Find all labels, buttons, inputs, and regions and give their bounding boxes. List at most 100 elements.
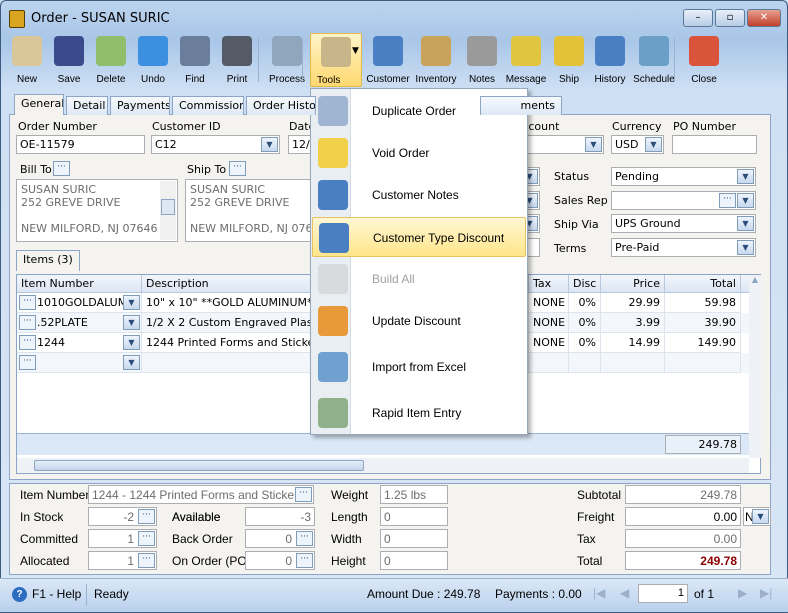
prev-page-icon[interactable]: ◀ <box>620 586 629 600</box>
cell-total[interactable] <box>665 353 741 373</box>
toolbar-close-button[interactable]: Close <box>682 33 726 87</box>
toolbar-schedule-button[interactable]: Schedule <box>632 33 676 87</box>
toolbar-customer-button[interactable]: Customer <box>366 33 410 87</box>
subtotal-field[interactable]: 249.78 <box>625 485 741 504</box>
width-field[interactable]: 0 <box>380 529 448 548</box>
toolbar-undo-button[interactable]: Undo <box>131 33 175 87</box>
chevron-down-icon[interactable]: ▼ <box>737 169 754 184</box>
cell-tax[interactable]: NONE <box>529 313 569 333</box>
close-window-button[interactable]: ✕ <box>747 9 781 27</box>
toolbar-new-button[interactable]: New <box>5 33 49 87</box>
on-order-lookup-button[interactable]: ··· <box>296 553 313 568</box>
freight-field[interactable]: 0.00 <box>625 507 741 526</box>
cell-price[interactable] <box>601 353 665 373</box>
row-lookup-button[interactable]: ··· <box>19 355 36 370</box>
toolbar-find-button[interactable]: Find <box>173 33 217 87</box>
cell-total[interactable]: 39.90 <box>665 313 741 333</box>
menu-item-rapid-item-entry[interactable]: Rapid Item Entry <box>312 393 526 433</box>
last-page-icon[interactable]: ▶| <box>760 586 772 600</box>
in-stock-lookup-button[interactable]: ··· <box>138 509 155 524</box>
chevron-down-icon[interactable]: ▼ <box>123 315 140 330</box>
column-header-tax[interactable]: Tax <box>529 275 569 293</box>
toolbar-print-button[interactable]: Print <box>215 33 259 87</box>
weight-field[interactable]: 1.25 lbs <box>380 485 448 504</box>
page-input[interactable]: 1 <box>638 584 688 603</box>
allocated-lookup-button[interactable]: ··· <box>138 553 155 568</box>
cell-disc[interactable] <box>569 353 601 373</box>
tax-field[interactable]: 0.00 <box>625 529 741 548</box>
cell-price[interactable]: 3.99 <box>601 313 665 333</box>
committed-lookup-button[interactable]: ··· <box>138 531 155 546</box>
toolbar-tools-button[interactable]: Tools ▼ <box>310 33 362 87</box>
bill-to-address[interactable]: SUSAN SURIC 252 GREVE DRIVE NEW MILFORD,… <box>16 179 178 242</box>
chevron-down-icon[interactable]: ▼ <box>123 335 140 350</box>
row-lookup-button[interactable]: ··· <box>19 335 36 350</box>
tab-general[interactable]: General <box>14 94 64 115</box>
height-field[interactable]: 0 <box>380 551 448 570</box>
menu-item-import-from-excel[interactable]: Import from Excel <box>312 347 526 387</box>
chevron-down-icon[interactable]: ▼ <box>123 355 140 370</box>
status-select[interactable]: Pending ▼ <box>611 167 756 186</box>
available-field[interactable]: -3 <box>245 507 315 526</box>
row-lookup-button[interactable]: ··· <box>19 315 36 330</box>
cell-tax[interactable] <box>529 353 569 373</box>
back-order-lookup-button[interactable]: ··· <box>296 531 313 546</box>
tab-ments[interactable]: ments <box>480 96 562 115</box>
ship-to-lookup-button[interactable]: ··· <box>229 161 246 176</box>
length-field[interactable]: 0 <box>380 507 448 526</box>
cell-disc[interactable]: 0% <box>569 313 601 333</box>
po-number-input[interactable] <box>672 135 757 154</box>
bill-to-scrollbar[interactable] <box>160 181 176 240</box>
order-number-input[interactable]: OE-11579 <box>16 135 145 154</box>
toolbar-notes-button[interactable]: Notes <box>460 33 504 87</box>
customer-id-select[interactable]: C12 ▼ <box>151 135 280 154</box>
next-page-icon[interactable]: ▶ <box>738 586 747 600</box>
chevron-down-icon[interactable]: ▼ <box>352 46 359 56</box>
ship-via-select[interactable]: UPS Ground ▼ <box>611 214 756 233</box>
menu-item-customer-notes[interactable]: Customer Notes <box>312 175 526 215</box>
cell-total[interactable]: 149.90 <box>665 333 741 353</box>
help-link[interactable]: F1 - Help <box>32 587 81 601</box>
tab-commission[interactable]: Commission <box>172 96 244 115</box>
menu-item-customer-type-discount[interactable]: Customer Type Discount <box>312 217 526 257</box>
toolbar-save-button[interactable]: Save <box>47 33 91 87</box>
column-header-price[interactable]: Price <box>601 275 665 293</box>
column-header-disc[interactable]: Disc <box>569 275 601 293</box>
chevron-down-icon[interactable]: ▼ <box>737 240 754 255</box>
toolbar-delete-button[interactable]: Delete <box>89 33 133 87</box>
cell-total[interactable]: 59.98 <box>665 293 741 313</box>
vertical-scrollbar[interactable]: ▲ <box>749 275 761 458</box>
toolbar-history-button[interactable]: History <box>588 33 632 87</box>
menu-item-void-order[interactable]: Void Order <box>312 133 526 173</box>
chevron-down-icon[interactable]: ▼ <box>752 509 769 524</box>
tab-payments[interactable]: Payments <box>110 96 170 115</box>
sales-rep-select[interactable]: ··· ▼ <box>611 191 756 210</box>
tab-detail[interactable]: Detail <box>66 96 108 115</box>
chevron-down-icon[interactable]: ▼ <box>261 137 278 152</box>
currency-select[interactable]: USD ▼ <box>611 135 664 154</box>
first-page-icon[interactable]: |◀ <box>593 586 605 600</box>
terms-select[interactable]: Pre-Paid ▼ <box>611 238 756 257</box>
toolbar-ship-button[interactable]: Ship <box>547 33 591 87</box>
tab-items[interactable]: Items (3) <box>16 250 80 271</box>
tab-order-history[interactable]: Order History <box>246 96 316 115</box>
ship-to-address[interactable]: SUSAN SURIC 252 GREVE DRIVE NEW MILFORD,… <box>185 179 326 242</box>
cell-tax[interactable]: NONE <box>529 333 569 353</box>
minimize-button[interactable]: – <box>683 9 713 27</box>
column-header-item-number[interactable]: Item Number <box>17 275 142 293</box>
chevron-down-icon[interactable]: ▼ <box>645 137 662 152</box>
cell-disc[interactable]: 0% <box>569 293 601 313</box>
sales-rep-lookup-button[interactable]: ··· <box>719 193 736 208</box>
item-number-lookup-button[interactable]: ··· <box>295 487 312 502</box>
bill-to-lookup-button[interactable]: ··· <box>53 161 70 176</box>
row-lookup-button[interactable]: ··· <box>19 295 36 310</box>
chevron-down-icon[interactable]: ▼ <box>737 193 754 208</box>
toolbar-inventory-button[interactable]: Inventory <box>414 33 458 87</box>
cell-disc[interactable]: 0% <box>569 333 601 353</box>
chevron-down-icon[interactable]: ▼ <box>585 137 602 152</box>
maximize-button[interactable]: ▫ <box>715 9 745 27</box>
account-select[interactable]: ▼ <box>520 135 604 154</box>
horizontal-scroll-thumb[interactable] <box>34 460 364 471</box>
cell-price[interactable]: 14.99 <box>601 333 665 353</box>
total-field[interactable]: 249.78 <box>625 551 741 570</box>
